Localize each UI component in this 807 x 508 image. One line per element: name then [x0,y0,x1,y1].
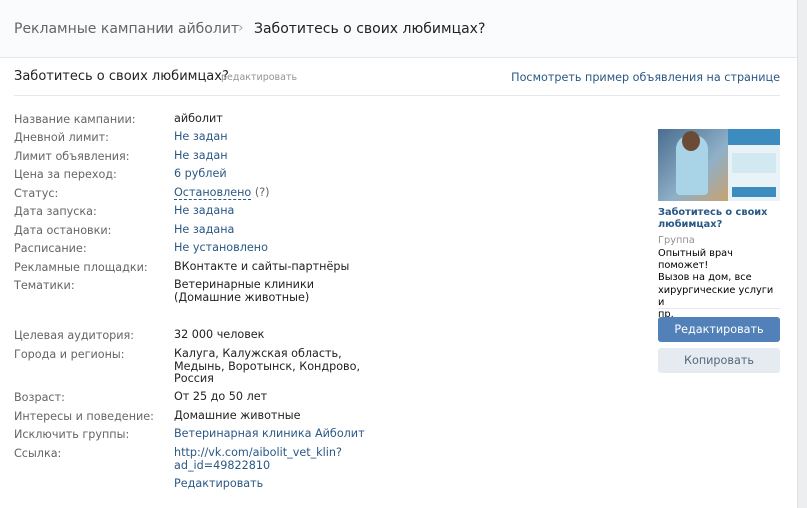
platforms-value: ВКонтакте и сайты-партнёры [174,260,350,273]
topics-value-line1: Ветеринарные клиники [174,278,314,291]
status-value: Остановлено (?) [174,186,270,200]
edit-details-link[interactable]: Редактировать [174,477,263,491]
banner-band-top [728,129,780,145]
ad-limit-value[interactable]: Не задан [174,149,228,163]
regions-value-line1: Калуга, Калужская область, [174,347,342,360]
breadcrumb-current: Заботитесь о своих любимцах? [254,21,486,37]
banner-band-middle [732,153,776,173]
click-price-label: Цена за переход: [14,168,117,181]
exclude-groups-value[interactable]: Ветеринарная клиника Айболит [174,427,365,441]
status-help-icon[interactable]: (?) [255,186,270,199]
audience-value: 32 000 человек [174,328,265,341]
stop-date-label: Дата остановки: [14,224,112,237]
banner-band-bottom [732,187,776,197]
preview-ad-link[interactable]: Посмотреть пример объявления на странице [511,71,780,84]
title-row: Заботитесь о своих любимцах? редактирова… [14,69,780,96]
ad-title-line1: Заботитесь о своих [658,207,768,218]
start-date-label: Дата запуска: [14,205,97,218]
ad-preview-image[interactable] [658,129,780,201]
edit-title-link[interactable]: редактировать [221,72,297,83]
ad-desc-line3: хирургические услуги и [658,284,774,308]
breadcrumb-separator: › [162,20,168,36]
campaign-name-label: Название кампании: [14,113,136,126]
ad-desc-line2: Вызов на дом, все [658,272,752,284]
topics-value-line2: (Домашние животные) [174,291,310,304]
age-value: От 25 до 50 лет [174,390,268,403]
status-label: Статус: [14,187,59,200]
topics-label: Тематики: [14,279,75,292]
link-label: Ссылка: [14,447,62,460]
regions-value-line3: Россия [174,372,214,385]
doctor-head [682,131,700,151]
breadcrumb: Рекламные кампании › айболит › Заботитес… [0,0,797,58]
ad-link-line1[interactable]: http://vk.com/aibolit_vet_klin? [174,446,342,460]
copy-ad-button[interactable]: Копировать [658,348,780,373]
age-label: Возраст: [14,391,65,404]
stop-date-value[interactable]: Не задана [174,223,234,237]
ad-limit-label: Лимит объявления: [14,150,130,163]
ad-preview-title[interactable]: Заботитесь о своих любимцах? [658,207,780,231]
regions-label: Города и регионы: [14,348,125,361]
audience-label: Целевая аудитория: [14,329,135,342]
page-title: Заботитесь о своих любимцах? [14,69,229,84]
edit-ad-button[interactable]: Редактировать [658,317,780,342]
platforms-label: Рекламные площадки: [14,261,148,274]
start-date-value[interactable]: Не задана [174,204,234,218]
breadcrumb-separator: › [238,20,244,36]
daily-limit-label: Дневной лимит: [14,131,109,144]
ad-desc-line1: Опытный врач поможет! [658,248,733,272]
interests-value: Домашние животные [174,409,301,422]
ad-title-line2: любимцах? [658,219,723,231]
click-price-value[interactable]: 6 рублей [174,167,227,181]
campaign-name-value: айболит [174,112,223,125]
ad-preview-divider [658,308,780,309]
breadcrumb-campaigns[interactable]: Рекламные кампании [14,21,174,37]
ad-preview-type: Группа [658,235,695,246]
ad-preview-description: Опытный врач поможет! Вызов на дом, все … [658,248,780,321]
schedule-label: Расписание: [14,242,87,255]
status-link[interactable]: Остановлено [174,186,252,200]
exclude-groups-label: Исключить группы: [14,428,130,441]
interests-label: Интересы и поведение: [14,410,154,423]
ad-details-card: Рекламные кампании › айболит › Заботитес… [0,0,798,508]
ad-link-line2[interactable]: ad_id=49822810 [174,459,270,473]
daily-limit-value[interactable]: Не задан [174,130,228,144]
breadcrumb-campaign[interactable]: айболит [178,21,239,37]
schedule-value[interactable]: Не установлено [174,241,268,255]
